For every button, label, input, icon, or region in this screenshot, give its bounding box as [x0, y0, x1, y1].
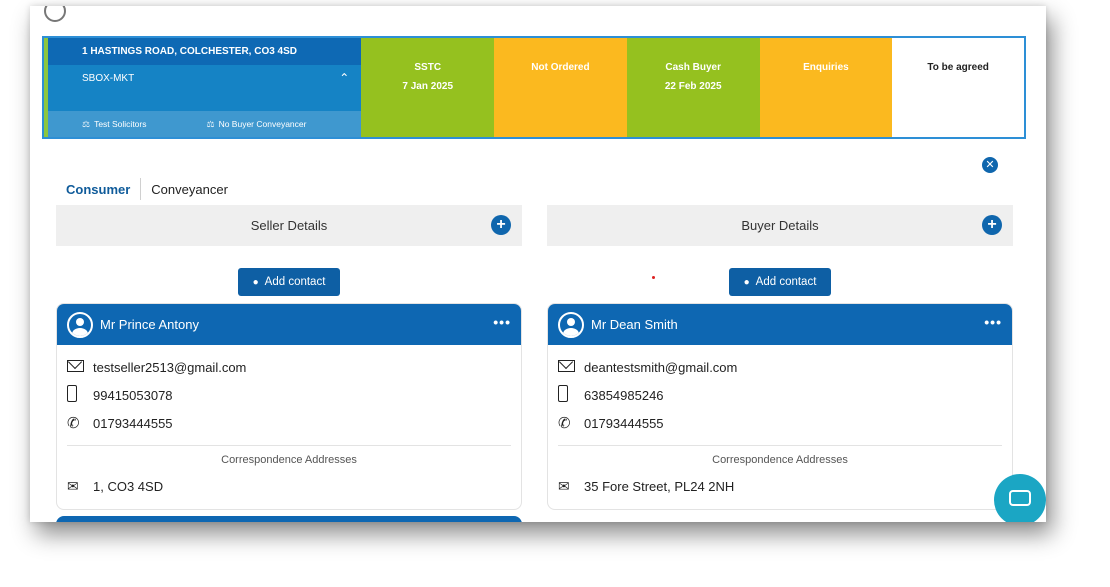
- contact-card-body: deantestsmith@gmail.com 63854985246 ✆ 01…: [548, 345, 1012, 509]
- more-options-icon[interactable]: •••: [493, 314, 511, 330]
- mailbox-icon: ✉: [67, 478, 79, 494]
- mobile-phone-icon: [558, 384, 568, 402]
- buyer-conveyancer-label: No Buyer Conveyancer: [218, 119, 307, 129]
- correspondence-address-row: ✉ 1, CO3 4SD: [67, 478, 511, 509]
- avatar-icon: [67, 311, 93, 338]
- close-icon[interactable]: ✕: [982, 157, 998, 173]
- stage-title: Cash Buyer: [665, 62, 721, 73]
- user-icon: ●: [252, 276, 259, 288]
- contact-phone-row: ✆ 01793444555: [558, 409, 1002, 437]
- mailbox-icon: ✉: [558, 478, 570, 494]
- correspondence-address-row: ✉ 35 Fore Street, PL24 2NH: [558, 478, 1002, 509]
- contact-email-row: deantestsmith@gmail.com: [558, 353, 1002, 381]
- correspondence-label: Correspondence Addresses: [712, 454, 848, 466]
- user-icon: ●: [743, 276, 750, 288]
- tab-conveyancer[interactable]: Conveyancer: [151, 179, 238, 200]
- stage-cash-buyer[interactable]: Cash Buyer 22 Feb 2025: [626, 38, 760, 137]
- contact-email[interactable]: testseller2513@gmail.com: [93, 360, 246, 375]
- stage-not-ordered[interactable]: Not Ordered: [494, 38, 627, 137]
- scales-icon: ⚖: [81, 118, 91, 129]
- stage-date: 22 Feb 2025: [664, 81, 722, 92]
- property-reference: SBOX-MKT: [81, 73, 135, 84]
- phone-icon: ✆: [67, 415, 80, 432]
- contact-mobile-row: 63854985246: [558, 381, 1002, 409]
- seller-column: Seller Details + ● Add contact Mr Prince…: [56, 205, 522, 522]
- contact-phone[interactable]: 01793444555: [584, 416, 664, 431]
- add-contact-label: Add contact: [264, 276, 326, 288]
- plus-icon[interactable]: +: [491, 215, 511, 235]
- seller-details-header: Seller Details +: [56, 205, 522, 246]
- property-parties-row: ⚖ Test Solicitors ⚖ No Buyer Conveyancer: [47, 111, 362, 137]
- avatar-icon: [558, 311, 584, 338]
- add-contact-button[interactable]: ● Add contact: [238, 268, 340, 296]
- stage-sstc[interactable]: SSTC 7 Jan 2025: [361, 38, 495, 137]
- correspondence-address: 1, CO3 4SD: [93, 479, 164, 494]
- seller-details-title: Seller Details: [250, 218, 328, 233]
- more-options-icon[interactable]: •••: [984, 314, 1002, 330]
- stage-title: To be agreed: [927, 62, 989, 73]
- tab-divider: [140, 178, 142, 200]
- contact-email-row: testseller2513@gmail.com: [67, 353, 511, 381]
- envelope-icon: [67, 359, 84, 372]
- contact-card-body: testseller2513@gmail.com 99415053078 ✆ 0…: [57, 345, 521, 509]
- contact-email[interactable]: deantestsmith@gmail.com: [584, 360, 737, 375]
- contact-card-header: Mr Dean Smith •••: [548, 304, 1012, 345]
- chevron-up-icon[interactable]: ⌃: [339, 71, 349, 111]
- contact-mobile[interactable]: 99415053078: [93, 388, 173, 403]
- next-contact-card: [56, 516, 522, 522]
- chat-icon[interactable]: [994, 474, 1046, 522]
- contact-phone[interactable]: 01793444555: [93, 416, 173, 431]
- contact-phone-row: ✆ 01793444555: [67, 409, 511, 437]
- buyer-conveyancer[interactable]: ⚖ No Buyer Conveyancer: [207, 119, 307, 130]
- buyer-details-header: Buyer Details +: [547, 205, 1013, 246]
- property-address: 1 HASTINGS ROAD, COLCHESTER, CO3 4SD: [47, 38, 362, 65]
- scales-icon: ⚖: [206, 118, 215, 129]
- stage-to-be-agreed[interactable]: To be agreed: [892, 38, 1025, 137]
- property-reference-row[interactable]: SBOX-MKT ⌃: [47, 65, 362, 111]
- contact-card-header: Mr Prince Antony •••: [57, 304, 521, 345]
- plus-icon[interactable]: +: [982, 215, 1002, 235]
- correspondence-label: Correspondence Addresses: [221, 454, 357, 466]
- seller-solicitor-label: Test Solicitors: [94, 119, 147, 129]
- stage-title: SSTC: [414, 62, 442, 73]
- stage-title: Not Ordered: [531, 62, 590, 73]
- stage-title: Enquiries: [803, 62, 849, 73]
- contact-mobile[interactable]: 63854985246: [584, 388, 664, 403]
- contact-tabs: Consumer Conveyancer: [66, 178, 238, 200]
- buyer-details-title: Buyer Details: [741, 218, 819, 233]
- property-status-bar: 1 HASTINGS ROAD, COLCHESTER, CO3 4SD SBO…: [42, 36, 1026, 139]
- seller-solicitor[interactable]: ⚖ Test Solicitors: [82, 119, 147, 130]
- property-address-panel[interactable]: 1 HASTINGS ROAD, COLCHESTER, CO3 4SD SBO…: [47, 38, 362, 137]
- phone-icon: ✆: [558, 415, 571, 432]
- tab-consumer[interactable]: Consumer: [66, 179, 140, 200]
- contact-card: Mr Dean Smith ••• deantestsmith@gmail.co…: [547, 303, 1013, 510]
- contact-card: Mr Prince Antony ••• testseller2513@gmai…: [56, 303, 522, 510]
- stage-enquiries[interactable]: Enquiries: [759, 38, 893, 137]
- contact-mobile-row: 99415053078: [67, 381, 511, 409]
- contact-name: Mr Prince Antony: [100, 317, 199, 332]
- chat-bubble-icon: [1009, 490, 1031, 506]
- envelope-icon: [558, 359, 575, 372]
- contact-name: Mr Dean Smith: [591, 317, 678, 332]
- add-contact-label: Add contact: [755, 276, 817, 288]
- correspondence-address: 35 Fore Street, PL24 2NH: [584, 479, 735, 494]
- collapse-toggle-icon[interactable]: [44, 6, 66, 22]
- screenshot-frame: 1 HASTINGS ROAD, COLCHESTER, CO3 4SD SBO…: [30, 6, 1046, 522]
- stage-date: 7 Jan 2025: [402, 81, 454, 92]
- buyer-column: Buyer Details + ● Add contact Mr Dean Sm…: [547, 205, 1013, 510]
- add-contact-button[interactable]: ● Add contact: [729, 268, 831, 296]
- mobile-phone-icon: [67, 384, 77, 402]
